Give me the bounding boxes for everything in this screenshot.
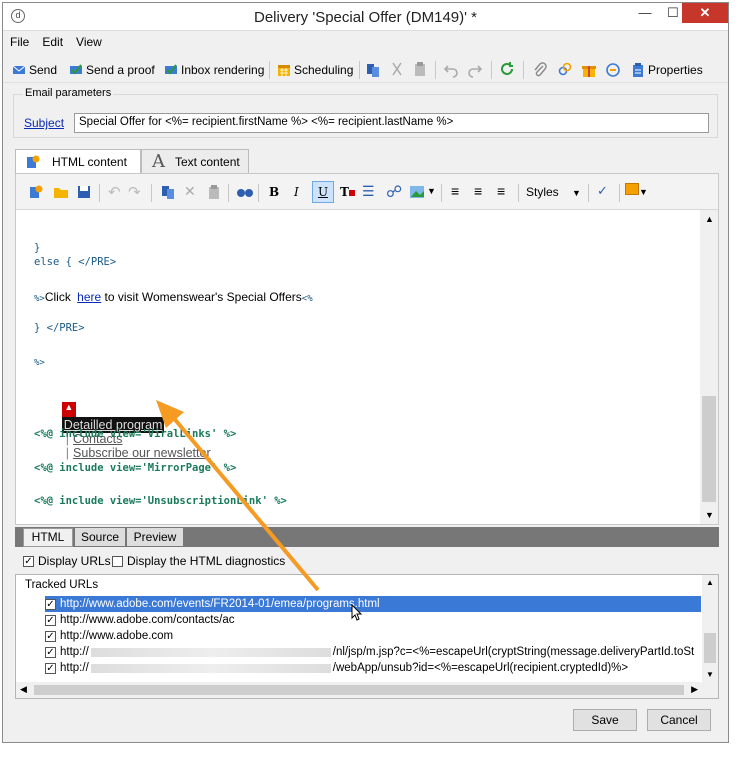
mouse-cursor-icon xyxy=(351,604,363,621)
annotation-arrow xyxy=(156,400,320,592)
arrow-shaft xyxy=(170,414,320,592)
